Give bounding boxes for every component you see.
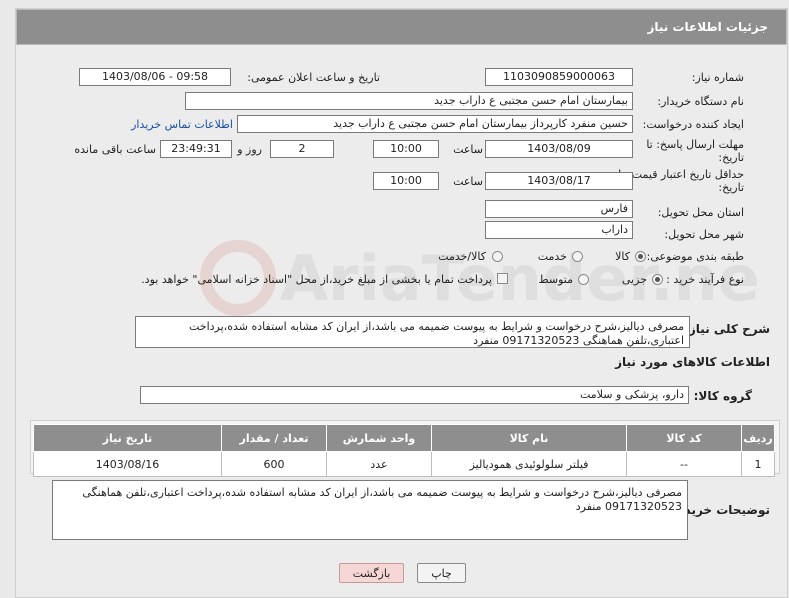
col-row: ردیف (741, 424, 775, 452)
col-date: تاریخ نیاز (33, 424, 222, 452)
page-header: جزئیات اطلاعات نیاز (16, 9, 787, 45)
cell-date: 1403/08/16 (33, 451, 222, 477)
process-medium-label: متوسط (538, 273, 573, 286)
city-label: شهر محل تحویل: (664, 228, 744, 241)
table-row[interactable]: 1 -- فیلتر سلولوئیدی همودیالیز عدد 600 1… (33, 451, 775, 477)
goods-info-title: اطلاعات کالاهای مورد نیاز (615, 355, 770, 369)
treasury-payment-checkbox[interactable] (497, 273, 508, 284)
category-service-label: خدمت (537, 250, 567, 263)
validity-date-label: تاریخ: (718, 181, 744, 194)
page-title: جزئیات اطلاعات نیاز (647, 20, 768, 34)
col-unit: واحد شمارش (326, 424, 432, 452)
summary-label: شرح کلی نیاز: (684, 322, 770, 336)
cell-row: 1 (741, 451, 775, 477)
col-qty: تعداد / مقدار (221, 424, 327, 452)
announce-field[interactable]: 1403/08/06 - 09:58 (79, 68, 231, 86)
cell-unit: عدد (326, 451, 432, 477)
process-partial-label: جزیی (621, 273, 647, 286)
requester-field[interactable]: حسین منفرد کارپرداز بیمارستان امام حسن م… (237, 115, 633, 133)
reply-time-label: ساعت (453, 143, 483, 156)
print-button[interactable]: چاپ (417, 563, 466, 583)
items-table-header: ردیف کد کالا نام کالا واحد شمارش تعداد /… (33, 424, 775, 452)
validity-time-field[interactable]: 10:00 (373, 172, 439, 190)
col-name: نام کالا (431, 424, 627, 452)
category-service-radio[interactable] (572, 251, 583, 262)
category-goods-label: کالا (615, 250, 630, 263)
province-field[interactable]: فارس (485, 200, 633, 218)
goods-group-label: گروه کالا: (693, 389, 752, 403)
cell-name: فیلتر سلولوئیدی همودیالیز (431, 451, 627, 477)
days-field[interactable]: 2 (270, 140, 334, 158)
goods-group-field[interactable]: دارو، پزشکی و سلامت (140, 386, 689, 404)
validity-label: حداقل تاریخ اعتبار قیمت: تا (618, 168, 744, 181)
process-partial-radio[interactable] (652, 274, 663, 285)
need-number-label: شماره نیاز: (691, 71, 744, 84)
announce-label: تاریخ و ساعت اعلان عمومی: (247, 71, 380, 84)
col-code: کد کالا (626, 424, 742, 452)
remaining-label: ساعت باقی مانده (74, 143, 156, 156)
reply-deadline-label: مهلت ارسال پاسخ: تا (646, 138, 744, 151)
contact-buyer-link[interactable]: اطلاعات تماس خریدار (131, 118, 233, 131)
city-field[interactable]: داراب (485, 221, 633, 239)
summary-textarea[interactable]: مصرفی دیالیز،شرح درخواست و شرایط به پیوس… (135, 316, 690, 348)
reply-deadline-date-label: تاریخ: (718, 151, 744, 164)
category-goods-service-label: کالا/خدمت (438, 250, 486, 263)
category-goods-service-radio[interactable] (492, 251, 503, 262)
province-label: استان محل تحویل: (657, 206, 744, 219)
items-table: ردیف کد کالا نام کالا واحد شمارش تعداد /… (33, 424, 775, 477)
buyer-org-field[interactable]: بیمارستان امام حسن مجتبی ع داراب جدید (185, 92, 633, 110)
reply-date-field[interactable]: 1403/08/09 (485, 140, 633, 158)
need-number-field[interactable]: 1103090859000063 (485, 68, 633, 86)
validity-time-label: ساعت (453, 175, 483, 188)
process-medium-radio[interactable] (578, 274, 589, 285)
process-label: نوع فرآیند خرید : (666, 273, 744, 286)
buyer-org-label: نام دستگاه خریدار: (657, 95, 744, 108)
category-goods-radio[interactable] (635, 251, 646, 262)
validity-date-field[interactable]: 1403/08/17 (485, 172, 633, 190)
back-button[interactable]: بازگشت (339, 563, 404, 583)
treasury-payment-note: پرداخت تمام یا بخشی از مبلغ خرید،از محل … (141, 273, 492, 286)
category-label: طبقه بندی موضوعی: (646, 250, 744, 263)
remaining-time-field[interactable]: 23:49:31 (160, 140, 232, 158)
buyer-notes-textarea[interactable]: مصرفی دیالیز،شرح درخواست و شرایط به پیوس… (52, 480, 688, 540)
reply-time-field[interactable]: 10:00 (373, 140, 439, 158)
cell-code: -- (626, 451, 742, 477)
cell-qty: 600 (221, 451, 327, 477)
requester-label: ایجاد کننده درخواست: (642, 118, 744, 131)
days-label: روز و (237, 143, 262, 156)
